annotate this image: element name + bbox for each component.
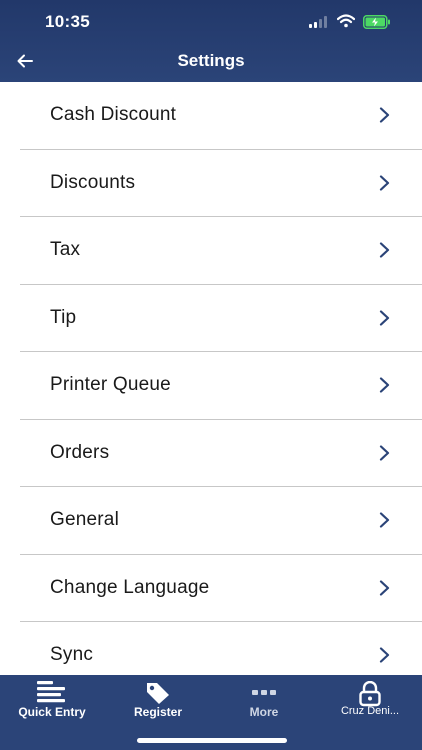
settings-item-tax[interactable]: Tax — [20, 217, 422, 285]
battery-charging-icon — [363, 15, 390, 29]
tab-register[interactable]: Register — [114, 675, 202, 725]
nav-bar: Settings — [0, 44, 422, 82]
tab-user-lock[interactable]: Cruz Deni... — [326, 675, 414, 725]
settings-item-general[interactable]: General — [20, 487, 422, 555]
chevron-right-icon — [379, 445, 390, 461]
settings-item-label: General — [50, 509, 119, 531]
chevron-right-icon — [379, 242, 390, 258]
tab-label: Register — [133, 705, 183, 719]
status-time: 10:35 — [45, 12, 90, 31]
tab-label: Quick Entry — [18, 705, 86, 719]
chevron-right-icon — [379, 310, 390, 326]
more-icon — [252, 690, 276, 695]
settings-item-label: Change Language — [50, 576, 210, 598]
settings-item-tip[interactable]: Tip — [20, 285, 422, 352]
chevron-right-icon — [379, 647, 390, 663]
tag-icon — [147, 683, 169, 704]
page-title: Settings — [177, 51, 245, 70]
tab-label: More — [249, 705, 279, 719]
settings-item-label: Orders — [50, 441, 110, 463]
chevron-right-icon — [379, 377, 390, 393]
settings-item-sync[interactable]: Sync — [20, 622, 422, 675]
chevron-right-icon — [379, 175, 390, 191]
chevron-right-icon — [379, 107, 390, 123]
app-header: 10:35 Settings — [0, 0, 422, 82]
tab-more[interactable]: More — [220, 675, 308, 725]
chevron-right-icon — [379, 512, 390, 528]
settings-item-label: Sync — [50, 644, 94, 666]
home-indicator — [137, 738, 287, 743]
settings-item-label: Tip — [50, 306, 77, 328]
settings-item-label: Cash Discount — [50, 104, 177, 126]
signal-icon — [309, 16, 329, 28]
settings-item-label: Tax — [50, 239, 81, 261]
tab-quick-entry[interactable]: Quick Entry — [4, 675, 100, 725]
settings-item-change-language[interactable]: Change Language — [20, 555, 422, 622]
settings-item-discounts[interactable]: Discounts — [20, 150, 422, 217]
quick-entry-icon — [37, 681, 65, 703]
chevron-right-icon — [379, 580, 390, 596]
settings-item-orders[interactable]: Orders — [20, 420, 422, 487]
tab-label: Cruz Deni... — [340, 705, 400, 717]
wifi-icon — [337, 14, 355, 28]
settings-item-label: Discounts — [50, 171, 136, 193]
status-bar: 10:35 — [0, 0, 422, 44]
settings-item-printer-queue[interactable]: Printer Queue — [20, 352, 422, 420]
settings-item-label: Printer Queue — [50, 374, 171, 396]
settings-item-cash-discount[interactable]: Cash Discount — [20, 82, 422, 150]
lock-icon — [359, 681, 381, 707]
settings-list: Cash Discount Discounts Tax Tip Printer … — [0, 82, 422, 675]
